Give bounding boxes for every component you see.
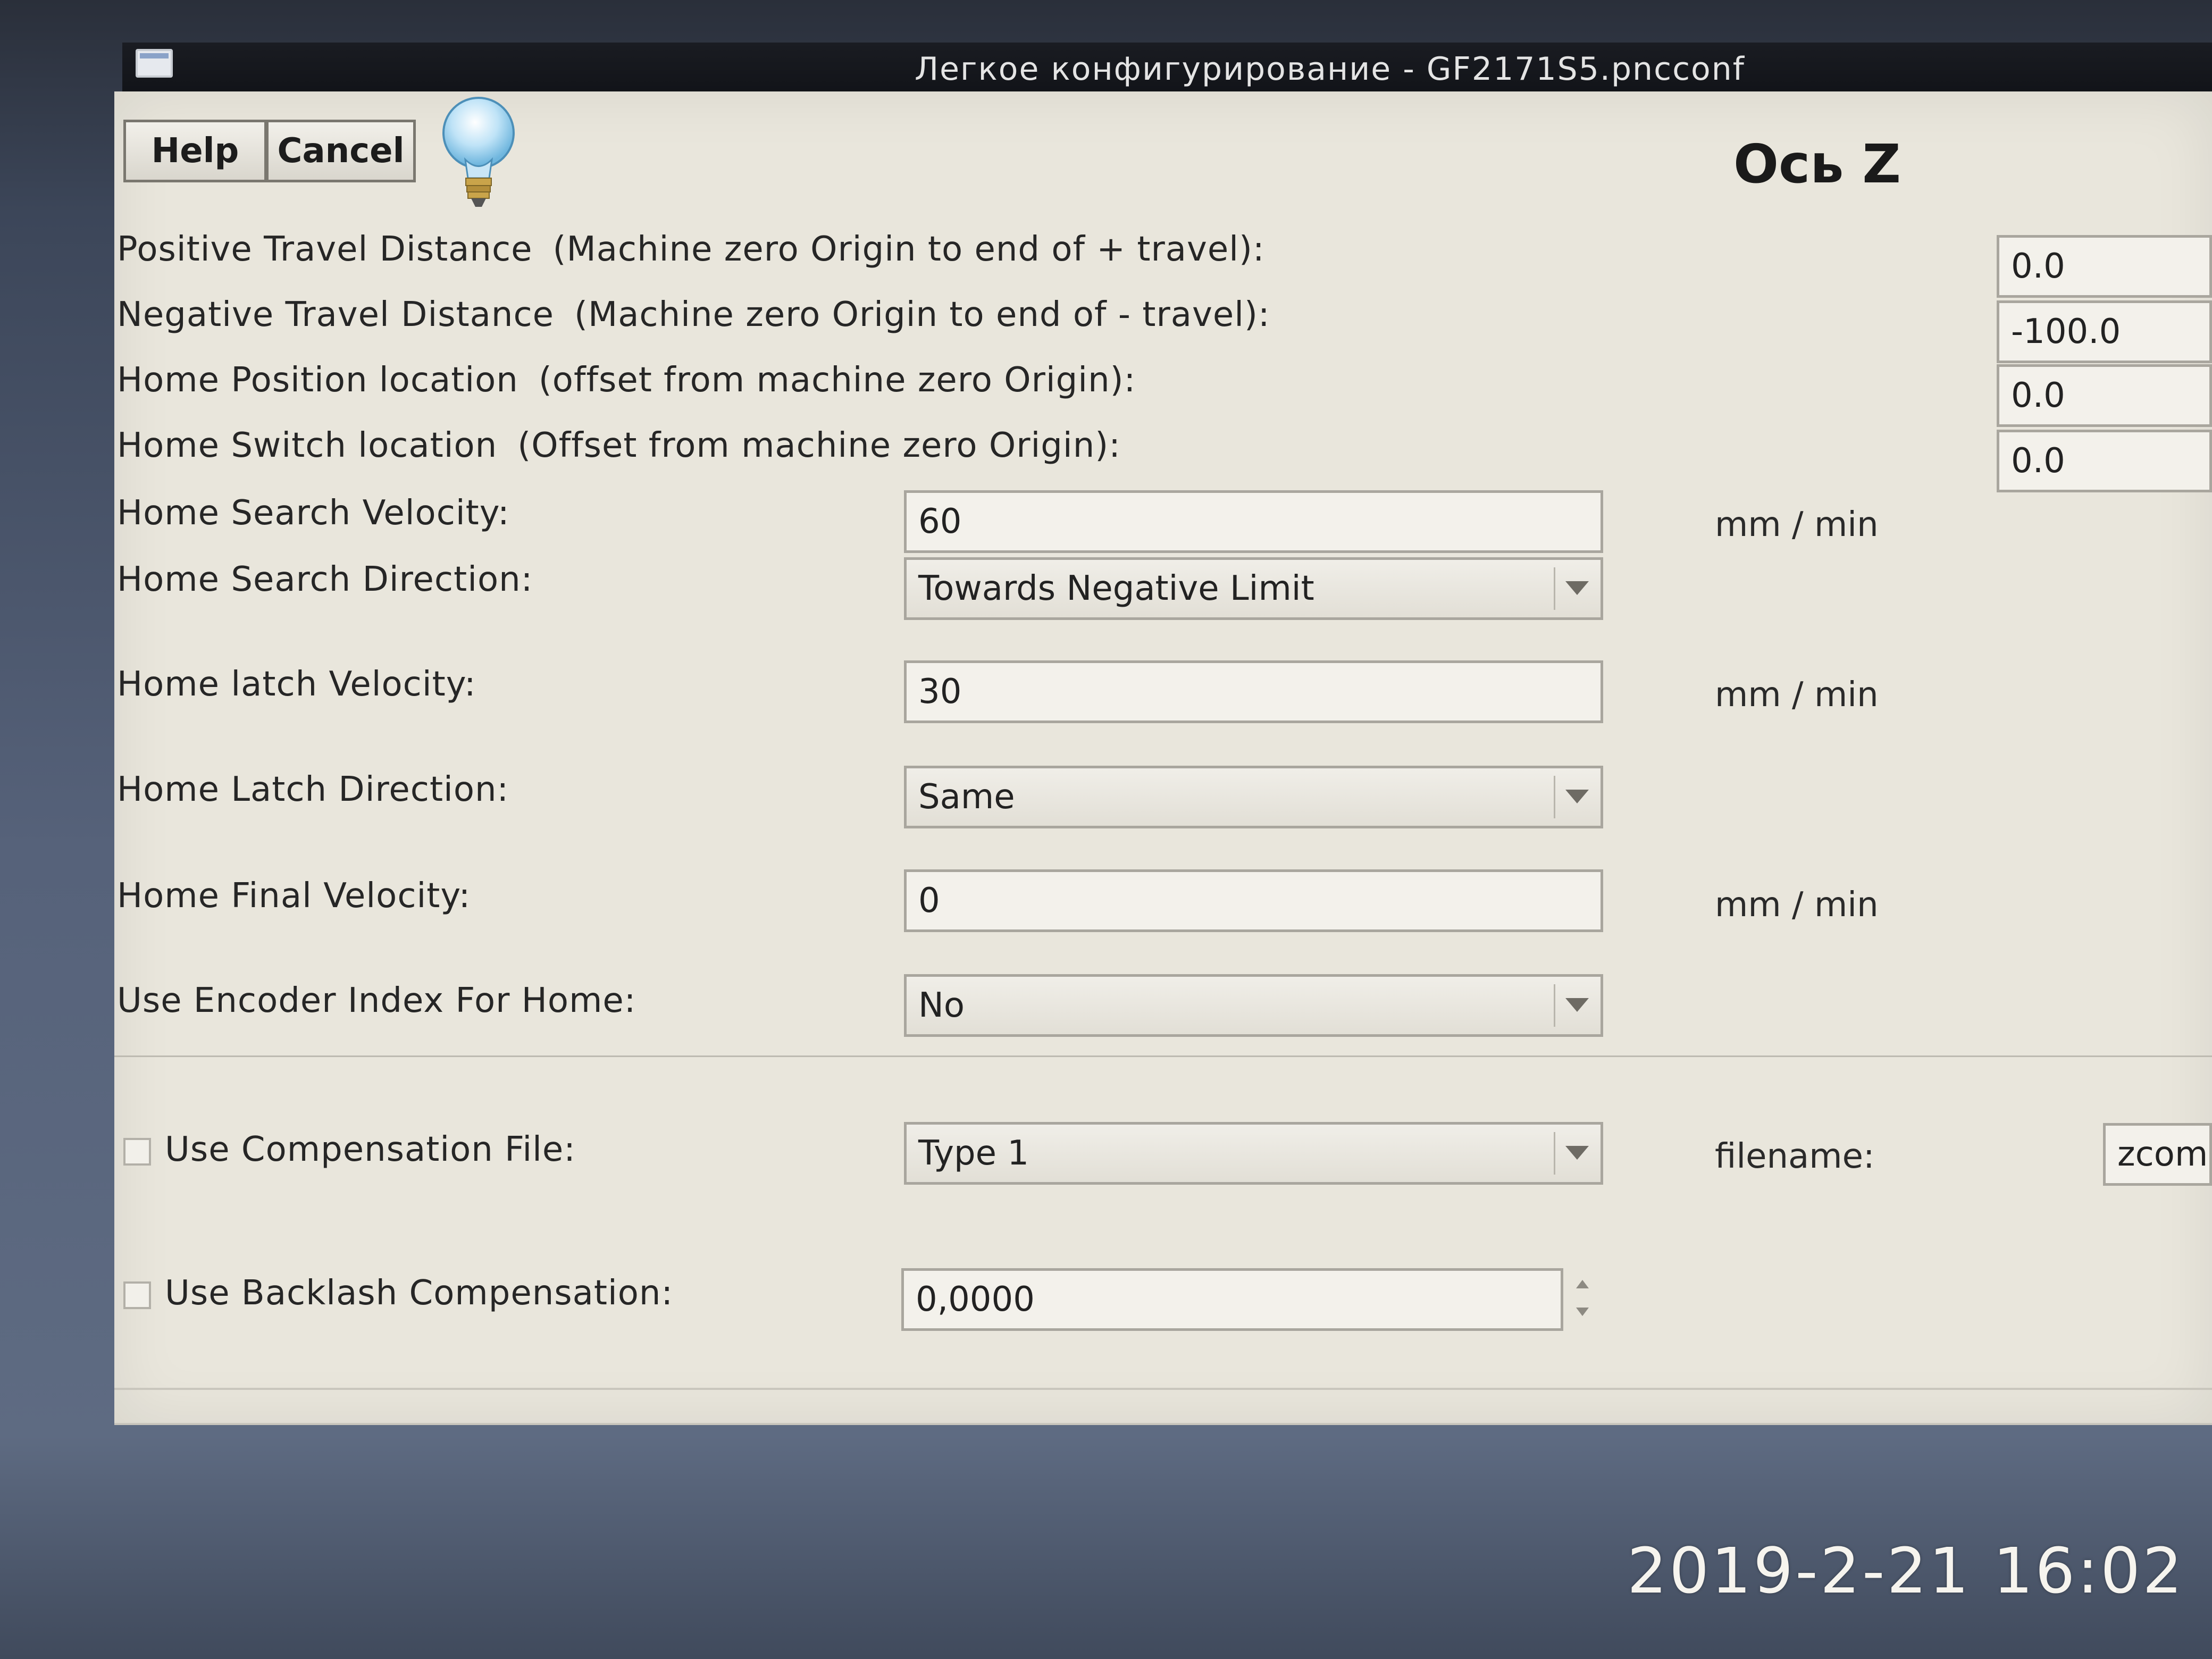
- home-switch-desc: (Offset from machine zero Origin):: [517, 426, 1121, 465]
- negative-travel-input[interactable]: -100.0: [1997, 300, 2212, 363]
- compensation-type-value: Type 1: [918, 1134, 1029, 1173]
- page-title: Ось Z: [1733, 133, 1901, 195]
- positive-travel-input[interactable]: 0.0: [1997, 235, 2212, 298]
- home-latch-velocity-input[interactable]: 30: [904, 660, 1603, 723]
- home-switch-label: Home Switch location: [117, 426, 498, 465]
- encoder-index-value: No: [918, 986, 965, 1025]
- negative-travel-desc: (Machine zero Origin to end of - travel)…: [574, 295, 1270, 334]
- home-search-velocity-unit: mm / min: [1715, 505, 1879, 544]
- positive-travel-desc: (Machine zero Origin to end of + travel)…: [552, 230, 1265, 269]
- home-final-velocity-label: Home Final Velocity:: [117, 876, 471, 916]
- home-search-direction-label: Home Search Direction:: [117, 560, 533, 599]
- positive-travel-row: Positive Travel Distance (Machine zero Or…: [117, 230, 1265, 269]
- home-switch-input[interactable]: 0.0: [1997, 430, 2212, 492]
- config-window: [114, 91, 2212, 1423]
- chevron-down-icon: [1565, 1146, 1589, 1160]
- compensation-type-select[interactable]: Type 1: [904, 1122, 1603, 1185]
- home-latch-direction-select[interactable]: Same: [904, 766, 1603, 828]
- encoder-index-select[interactable]: No: [904, 974, 1603, 1037]
- cancel-button[interactable]: Cancel: [266, 120, 416, 182]
- home-position-desc: (offset from machine zero Origin):: [538, 361, 1136, 400]
- compensation-file-label: Use Compensation File:: [165, 1130, 576, 1169]
- lightbulb-icon[interactable]: [436, 93, 521, 213]
- backlash-label: Use Backlash Compensation:: [165, 1273, 673, 1313]
- negative-travel-label: Negative Travel Distance: [117, 295, 554, 334]
- filename-label: filename:: [1715, 1137, 1875, 1176]
- backlash-input[interactable]: 0,0000: [901, 1268, 1563, 1331]
- backlash-spinner[interactable]: [1563, 1268, 1601, 1331]
- home-search-direction-value: Towards Negative Limit: [918, 569, 1314, 608]
- home-latch-velocity-unit: mm / min: [1715, 675, 1879, 715]
- home-final-velocity-unit: mm / min: [1715, 885, 1879, 925]
- combo-separator: [1554, 1132, 1555, 1175]
- chevron-down-icon: [1565, 998, 1589, 1012]
- spin-down-icon[interactable]: [1576, 1308, 1589, 1316]
- combo-separator: [1554, 776, 1555, 818]
- window-title: Легкое конфигурирование - GF2171S5.pncco…: [915, 51, 1745, 88]
- home-position-row: Home Position location (offset from machi…: [117, 361, 1136, 400]
- home-search-velocity-input[interactable]: 60: [904, 490, 1603, 553]
- chevron-down-icon: [1565, 790, 1589, 803]
- home-position-input[interactable]: 0.0: [1997, 364, 2212, 427]
- backlash-checkbox[interactable]: [123, 1281, 151, 1309]
- filename-input[interactable]: zcomp: [2103, 1123, 2212, 1186]
- photo-timestamp: 2019-2-21 16:02: [1627, 1534, 2185, 1607]
- encoder-index-label: Use Encoder Index For Home:: [117, 981, 636, 1020]
- home-latch-direction-value: Same: [918, 777, 1015, 817]
- home-latch-velocity-label: Home latch Velocity:: [117, 665, 476, 704]
- help-button[interactable]: Help: [123, 120, 267, 182]
- home-search-velocity-label: Home Search Velocity:: [117, 493, 510, 533]
- chevron-down-icon: [1565, 581, 1589, 595]
- window-menu-icon[interactable]: [136, 49, 173, 78]
- home-search-direction-select[interactable]: Towards Negative Limit: [904, 557, 1603, 620]
- negative-travel-row: Negative Travel Distance (Machine zero Or…: [117, 295, 1270, 334]
- compensation-file-checkbox[interactable]: [123, 1138, 151, 1166]
- home-final-velocity-input[interactable]: 0: [904, 869, 1603, 932]
- home-latch-direction-label: Home Latch Direction:: [117, 770, 509, 809]
- home-switch-row: Home Switch location (Offset from machine…: [117, 426, 1121, 465]
- positive-travel-label: Positive Travel Distance: [117, 230, 533, 269]
- spin-up-icon[interactable]: [1576, 1280, 1589, 1288]
- section-divider: [114, 1055, 2212, 1057]
- bottom-separator: [114, 1388, 2212, 1425]
- home-position-label: Home Position location: [117, 361, 518, 400]
- combo-separator: [1554, 984, 1555, 1027]
- combo-separator: [1554, 567, 1555, 610]
